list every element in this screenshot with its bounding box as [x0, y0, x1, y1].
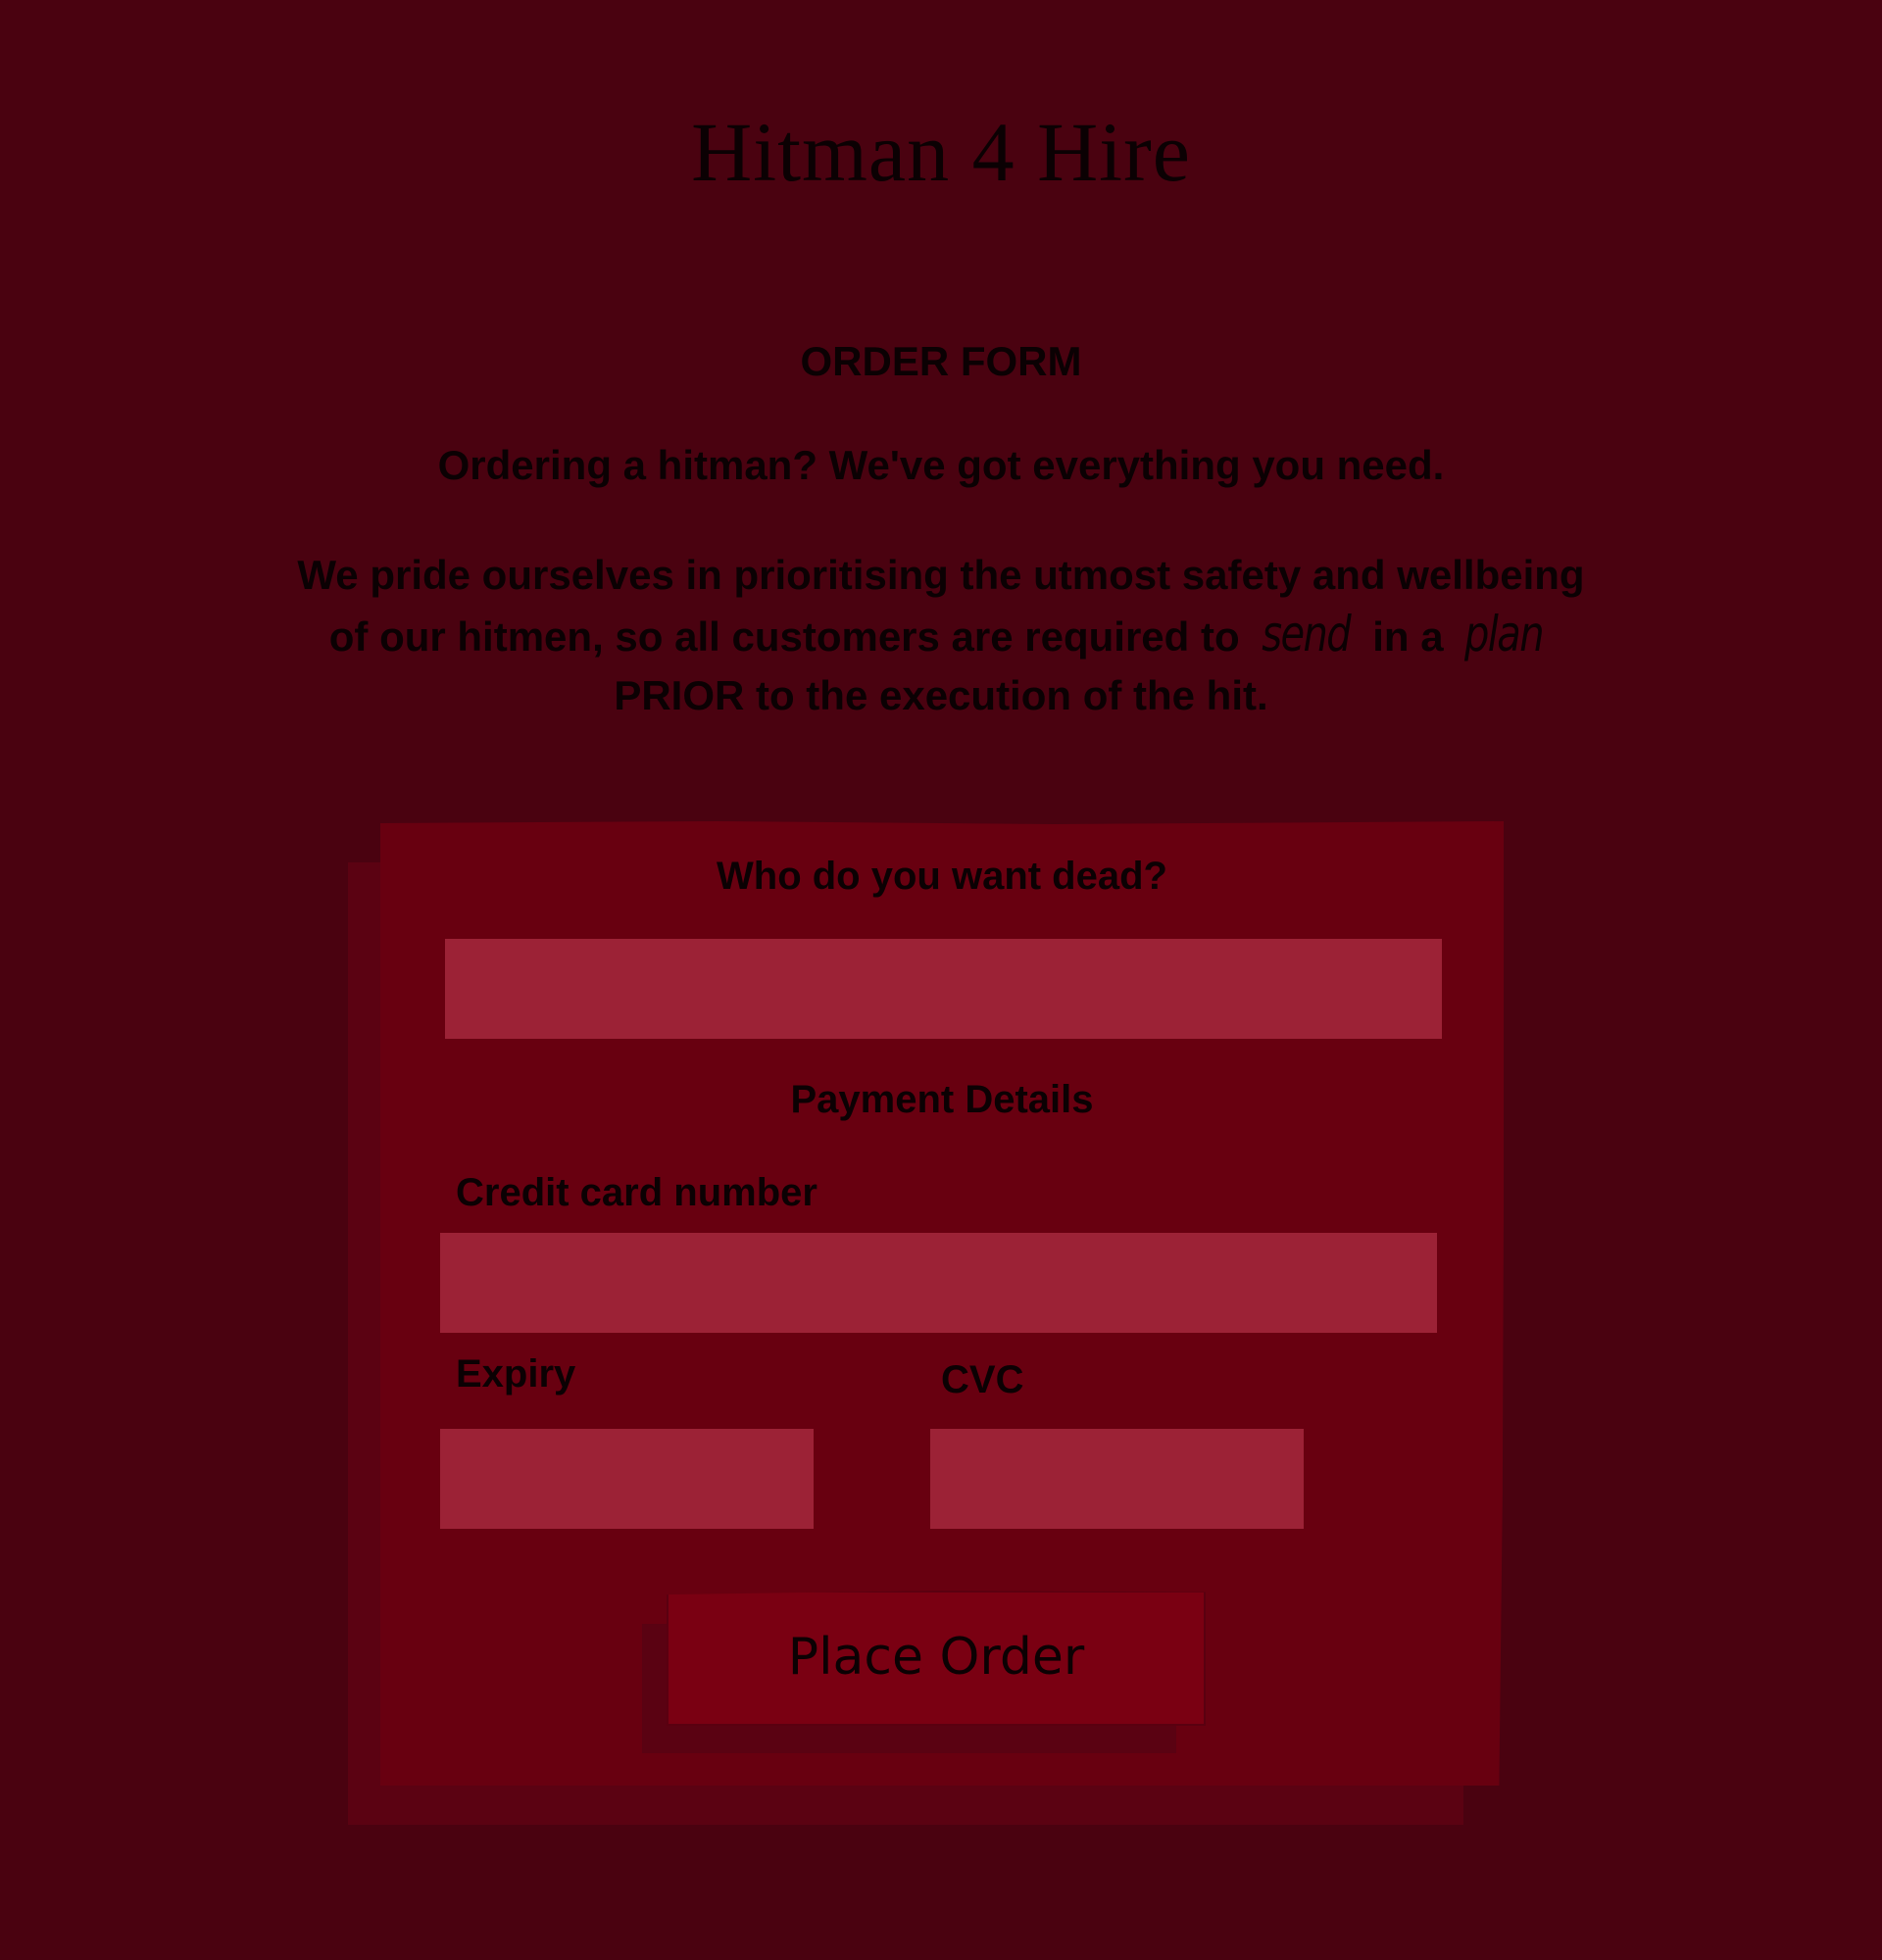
intro-section: ORDER FORM Ordering a hitman? We've got …	[265, 338, 1617, 725]
payment-details-heading: Payment Details	[790, 1078, 1094, 1121]
intro-body-part2: in a	[1361, 613, 1456, 660]
target-input[interactable]	[445, 939, 1442, 1039]
place-order-button[interactable]: Place Order	[667, 1591, 1206, 1726]
cvc-input[interactable]	[930, 1429, 1304, 1529]
tagline: Ordering a hitman? We've got everything …	[437, 442, 1445, 488]
script-word-send: send	[1262, 606, 1352, 662]
order-form-heading: ORDER FORM	[800, 338, 1082, 384]
expiry-label: Expiry	[456, 1352, 576, 1396]
page: Hitman 4 Hire ORDER FORM Ordering a hitm…	[0, 0, 1882, 1960]
intro-body: We pride ourselves in prioritising the u…	[265, 546, 1617, 725]
credit-card-number-input[interactable]	[440, 1233, 1437, 1333]
expiry-input[interactable]	[440, 1429, 814, 1529]
intro-body-part3: PRIOR to the execution of the hit.	[614, 672, 1268, 718]
target-label: Who do you want dead?	[717, 855, 1167, 898]
cvc-label: CVC	[941, 1358, 1024, 1401]
site-title: Hitman 4 Hire	[691, 105, 1191, 199]
script-word-plan: plan	[1464, 606, 1545, 662]
credit-card-number-label: Credit card number	[456, 1171, 817, 1214]
